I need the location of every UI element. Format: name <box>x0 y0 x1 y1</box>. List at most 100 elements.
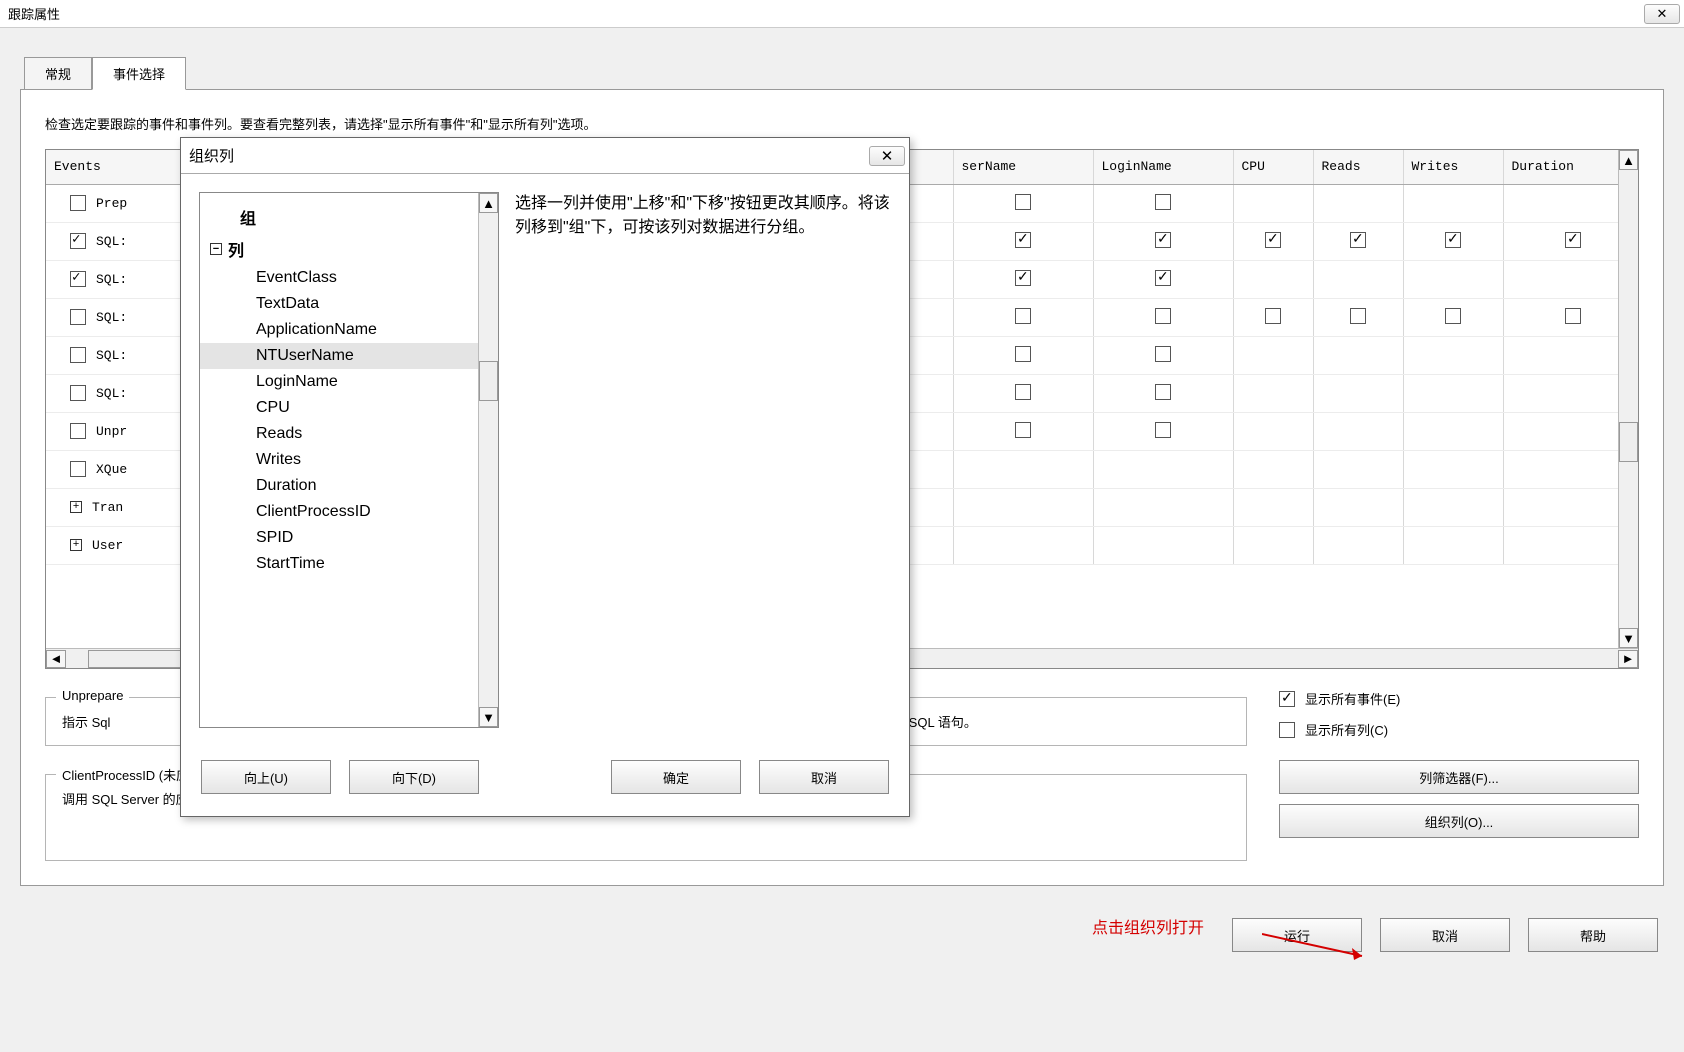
expand-icon[interactable]: + <box>70 501 82 513</box>
scroll-down-icon[interactable]: ▼ <box>1619 628 1638 648</box>
cancel-button[interactable]: 取消 <box>1380 918 1510 952</box>
column-checkbox[interactable] <box>1155 346 1171 362</box>
grid-vscroll[interactable]: ▲ ▼ <box>1618 150 1638 648</box>
tree-item[interactable]: SPID <box>200 525 498 551</box>
tree-columns-node[interactable]: − 列 <box>200 233 498 265</box>
column-checkbox[interactable] <box>1015 384 1031 400</box>
move-up-button[interactable]: 向上(U) <box>201 760 331 794</box>
tree-item[interactable]: LoginName <box>200 369 498 395</box>
column-tree[interactable]: 组 − 列 EventClassTextDataApplicationNameN… <box>199 192 499 728</box>
event-label: SQL: <box>96 386 127 401</box>
col-header[interactable]: Writes <box>1403 150 1503 184</box>
tree-item[interactable]: EventClass <box>200 265 498 291</box>
dialog-footer: 运行 取消 帮助 <box>0 906 1684 952</box>
column-checkbox[interactable] <box>1155 194 1171 210</box>
move-down-button[interactable]: 向下(D) <box>349 760 479 794</box>
column-checkbox[interactable] <box>1015 422 1031 438</box>
event-checkbox[interactable] <box>70 233 86 249</box>
column-checkbox[interactable] <box>1565 232 1581 248</box>
column-checkbox[interactable] <box>1265 308 1281 324</box>
column-checkbox[interactable] <box>1155 384 1171 400</box>
event-checkbox[interactable] <box>70 309 86 325</box>
event-label: SQL: <box>96 310 127 325</box>
col-header[interactable]: serName <box>953 150 1093 184</box>
tab-general[interactable]: 常规 <box>24 57 92 90</box>
column-checkbox[interactable] <box>1155 308 1171 324</box>
tree-item[interactable]: Reads <box>200 421 498 447</box>
column-checkbox[interactable] <box>1350 308 1366 324</box>
column-checkbox[interactable] <box>1155 232 1171 248</box>
tree-item[interactable]: NTUserName <box>200 343 498 369</box>
main-titlebar: 跟踪属性 ✕ <box>0 0 1684 28</box>
scroll-down-icon[interactable]: ▼ <box>479 707 498 727</box>
column-checkbox[interactable] <box>1015 232 1031 248</box>
show-all-events-label: 显示所有事件(E) <box>1305 689 1400 708</box>
vscroll-thumb[interactable] <box>479 361 498 401</box>
event-label: SQL: <box>96 234 127 249</box>
window-close-button[interactable]: ✕ <box>1644 4 1680 24</box>
column-checkbox[interactable] <box>1015 308 1031 324</box>
scroll-up-icon[interactable]: ▲ <box>479 193 498 213</box>
event-checkbox[interactable] <box>70 385 86 401</box>
organize-columns-dialog: 组织列 ✕ 组 − 列 EventClassTextDataApplicatio… <box>180 137 910 817</box>
modal-cancel-button[interactable]: 取消 <box>759 760 889 794</box>
close-icon: ✕ <box>881 147 894 165</box>
event-label: SQL: <box>96 348 127 363</box>
annotation-text: 点击组织列打开 <box>1092 914 1204 938</box>
window-title: 跟踪属性 <box>8 4 60 23</box>
tree-vscroll[interactable]: ▲ ▼ <box>478 193 498 727</box>
event-label: Tran <box>92 500 123 515</box>
tree-item[interactable]: ClientProcessID <box>200 499 498 525</box>
show-all-columns-option[interactable]: 显示所有列(C) <box>1279 720 1639 739</box>
scroll-up-icon[interactable]: ▲ <box>1619 150 1638 170</box>
organize-columns-button[interactable]: 组织列(O)... <box>1279 804 1639 838</box>
vscroll-thumb[interactable] <box>1619 422 1638 462</box>
column-checkbox[interactable] <box>1445 308 1461 324</box>
tree-item[interactable]: StartTime <box>200 551 498 577</box>
column-checkbox[interactable] <box>1015 270 1031 286</box>
modal-close-button[interactable]: ✕ <box>869 146 905 166</box>
tree-group-node[interactable]: 组 <box>200 201 498 233</box>
column-checkbox[interactable] <box>1015 346 1031 362</box>
show-all-events-checkbox[interactable] <box>1279 691 1295 707</box>
column-filter-button[interactable]: 列筛选器(F)... <box>1279 760 1639 794</box>
instruction-text: 检查选定要跟踪的事件和事件列。要查看完整列表，请选择"显示所有事件"和"显示所有… <box>45 114 1639 133</box>
tree-item[interactable]: Writes <box>200 447 498 473</box>
help-button[interactable]: 帮助 <box>1528 918 1658 952</box>
column-checkbox[interactable] <box>1155 270 1171 286</box>
show-all-events-option[interactable]: 显示所有事件(E) <box>1279 689 1639 708</box>
column-checkbox[interactable] <box>1265 232 1281 248</box>
column-checkbox[interactable] <box>1015 194 1031 210</box>
column-checkbox[interactable] <box>1350 232 1366 248</box>
col-header[interactable]: Reads <box>1313 150 1403 184</box>
collapse-icon[interactable]: − <box>210 243 222 255</box>
event-checkbox[interactable] <box>70 271 86 287</box>
column-checkbox[interactable] <box>1565 308 1581 324</box>
event-label: User <box>92 538 123 553</box>
event-checkbox[interactable] <box>70 195 86 211</box>
scroll-right-icon[interactable]: ► <box>1618 650 1638 668</box>
event-checkbox[interactable] <box>70 461 86 477</box>
event-checkbox[interactable] <box>70 423 86 439</box>
event-label: XQue <box>96 462 127 477</box>
column-checkbox[interactable] <box>1445 232 1461 248</box>
ok-button[interactable]: 确定 <box>611 760 741 794</box>
tree-item[interactable]: TextData <box>200 291 498 317</box>
show-all-columns-label: 显示所有列(C) <box>1305 720 1388 739</box>
col-header[interactable]: LoginName <box>1093 150 1233 184</box>
tree-item[interactable]: CPU <box>200 395 498 421</box>
tab-events[interactable]: 事件选择 <box>92 57 186 90</box>
tree-item[interactable]: ApplicationName <box>200 317 498 343</box>
event-label: SQL: <box>96 272 127 287</box>
scroll-left-icon[interactable]: ◄ <box>46 650 66 668</box>
close-icon: ✕ <box>1657 6 1668 22</box>
event-checkbox[interactable] <box>70 347 86 363</box>
column-checkbox[interactable] <box>1155 422 1171 438</box>
annotation-arrow-icon <box>1262 926 1382 966</box>
modal-explain-text: 选择一列并使用"上移"和"下移"按钮更改其顺序。将该列移到"组"下，可按该列对数… <box>515 192 891 728</box>
expand-icon[interactable]: + <box>70 539 82 551</box>
show-all-columns-checkbox[interactable] <box>1279 722 1295 738</box>
event-desc-legend: Unprepare <box>56 688 129 703</box>
col-header[interactable]: CPU <box>1233 150 1313 184</box>
tree-item[interactable]: Duration <box>200 473 498 499</box>
